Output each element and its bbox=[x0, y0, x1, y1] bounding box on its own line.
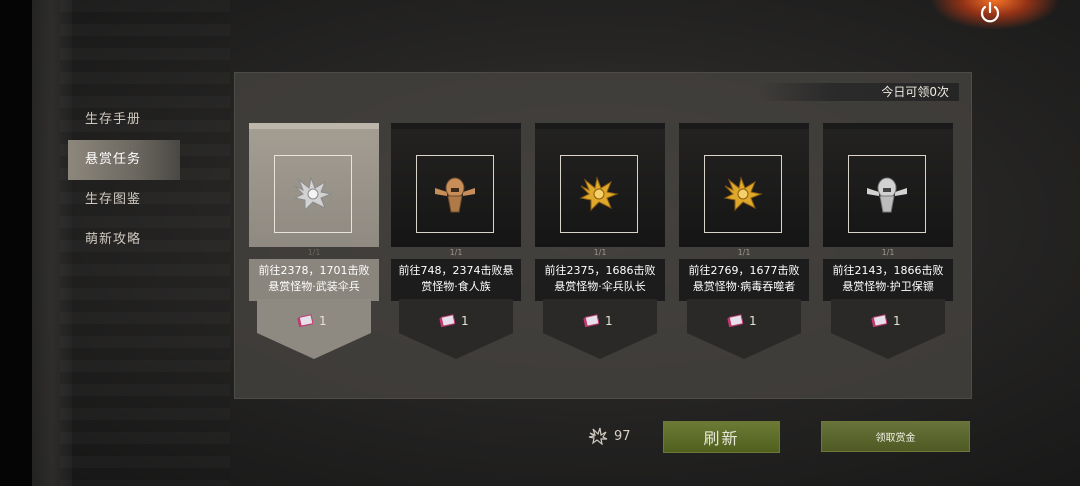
card-body bbox=[823, 129, 953, 247]
bounty-card-5[interactable]: 1/1 前往2143，1866击败 悬赏怪物·护卫保镖 1 bbox=[823, 123, 953, 359]
card-progress: 1/1 bbox=[449, 248, 463, 257]
power-icon bbox=[980, 1, 1000, 23]
sidebar-item-label: 萌新攻略 bbox=[85, 232, 142, 247]
reward-count: 1 bbox=[893, 314, 901, 328]
bounty-coin-icon bbox=[588, 427, 608, 445]
card-reward: 1 bbox=[297, 311, 327, 331]
bounty-card-3[interactable]: 1/1 前往2375，1686击败 悬赏怪物·伞兵队长 1 bbox=[535, 123, 665, 359]
card-description: 前往2375，1686击败 悬赏怪物·伞兵队长 bbox=[539, 263, 661, 295]
card-body bbox=[679, 129, 809, 247]
sidebar-item-survival-manual[interactable]: 生存手册 bbox=[68, 100, 180, 140]
card-description-line: 悬赏怪物·病毒吞噬者 bbox=[692, 280, 796, 293]
reward-count: 1 bbox=[749, 314, 757, 328]
card-description-line: 前往2769，1677击败 bbox=[688, 264, 800, 277]
card-reward: 1 bbox=[871, 311, 901, 331]
card-reward: 1 bbox=[439, 311, 469, 331]
sidebar-item-bounty-tasks[interactable]: 悬赏任务 bbox=[68, 140, 180, 180]
reward-ticket-icon bbox=[871, 314, 887, 328]
card-progress: 1/1 bbox=[593, 248, 607, 257]
monster-frame bbox=[848, 155, 926, 233]
card-description-line: 赏怪物·食人族 bbox=[421, 280, 491, 293]
card-description-line: 前往2378，1701击败 bbox=[258, 264, 370, 277]
card-description-area: 前往2378，1701击败 悬赏怪物·武装伞兵 bbox=[249, 259, 379, 301]
card-description-line: 前往2375，1686击败 bbox=[544, 264, 656, 277]
daily-claims-banner: 今日可领0次 bbox=[759, 83, 959, 101]
card-body bbox=[535, 129, 665, 247]
card-description: 前往2143，1866击败 悬赏怪物·护卫保镖 bbox=[827, 263, 949, 295]
cannibal-icon bbox=[435, 177, 475, 213]
sidebar-nav: 生存手册 悬赏任务 生存图鉴 萌新攻略 bbox=[68, 100, 180, 260]
power-button[interactable] bbox=[976, 0, 1004, 24]
card-description-area: 前往2375，1686击败 悬赏怪物·伞兵队长 bbox=[535, 259, 665, 301]
card-reward: 1 bbox=[583, 311, 613, 331]
bounty-panel: 今日可领0次 1/1 前往2378，1701击败 悬赏怪物·武装伞兵 1 1/1… bbox=[234, 72, 972, 399]
monster-frame bbox=[704, 155, 782, 233]
winged-beast-icon bbox=[579, 176, 619, 212]
card-progress: 1/1 bbox=[881, 248, 895, 257]
bounty-card-1[interactable]: 1/1 前往2378，1701击败 悬赏怪物·武装伞兵 1 bbox=[249, 123, 379, 359]
card-progress: 1/1 bbox=[737, 248, 751, 257]
card-description-line: 悬赏怪物·伞兵队长 bbox=[554, 280, 646, 293]
card-description: 前往748，2374击败悬 赏怪物·食人族 bbox=[395, 263, 517, 295]
monster-frame bbox=[560, 155, 638, 233]
reward-count: 1 bbox=[605, 314, 613, 328]
card-description-line: 前往748，2374击败悬 bbox=[398, 264, 514, 277]
bounty-card-2[interactable]: 1/1 前往748，2374击败悬 赏怪物·食人族 1 bbox=[391, 123, 521, 359]
cannibal-icon bbox=[867, 177, 907, 213]
card-description-area: 前往748，2374击败悬 赏怪物·食人族 bbox=[391, 259, 521, 301]
reward-ticket-icon bbox=[439, 314, 455, 328]
monster-frame bbox=[416, 155, 494, 233]
card-description-area: 前往2769，1677击败 悬赏怪物·病毒吞噬者 bbox=[679, 259, 809, 301]
card-reward: 1 bbox=[727, 311, 757, 331]
card-description-line: 悬赏怪物·护卫保镖 bbox=[842, 280, 934, 293]
claim-bounty-button[interactable]: 领取赏金 bbox=[821, 421, 970, 452]
reward-count: 1 bbox=[461, 314, 469, 328]
sidebar-item-label: 生存手册 bbox=[85, 112, 142, 127]
coin-count: 97 bbox=[614, 428, 631, 444]
sidebar-item-label: 悬赏任务 bbox=[85, 152, 142, 167]
reward-ticket-icon bbox=[727, 314, 743, 328]
refresh-button[interactable]: 刷新 bbox=[663, 421, 780, 453]
daily-claims-text: 今日可领0次 bbox=[881, 85, 949, 99]
bounty-coin-balance: 97 bbox=[588, 427, 631, 445]
card-body bbox=[391, 129, 521, 247]
left-edge bbox=[0, 0, 32, 486]
card-description: 前往2769，1677击败 悬赏怪物·病毒吞噬者 bbox=[683, 263, 805, 295]
monster-frame bbox=[274, 155, 352, 233]
card-description: 前往2378，1701击败 悬赏怪物·武装伞兵 bbox=[253, 263, 375, 295]
card-description-line: 前往2143，1866击败 bbox=[832, 264, 944, 277]
card-description-area: 前往2143，1866击败 悬赏怪物·护卫保镖 bbox=[823, 259, 953, 301]
bounty-card-4[interactable]: 1/1 前往2769，1677击败 悬赏怪物·病毒吞噬者 1 bbox=[679, 123, 809, 359]
sidebar-item-newbie-guide[interactable]: 萌新攻略 bbox=[68, 220, 180, 260]
reward-ticket-icon bbox=[583, 314, 599, 328]
card-body bbox=[249, 129, 379, 247]
winged-beast-icon bbox=[293, 176, 333, 212]
reward-ticket-icon bbox=[297, 314, 313, 328]
card-progress: 1/1 bbox=[307, 248, 321, 257]
sidebar-item-survival-codex[interactable]: 生存图鉴 bbox=[68, 180, 180, 220]
winged-beast-icon bbox=[723, 176, 763, 212]
sidebar-item-label: 生存图鉴 bbox=[85, 192, 142, 207]
reward-count: 1 bbox=[319, 314, 327, 328]
card-description-line: 悬赏怪物·武装伞兵 bbox=[268, 280, 360, 293]
